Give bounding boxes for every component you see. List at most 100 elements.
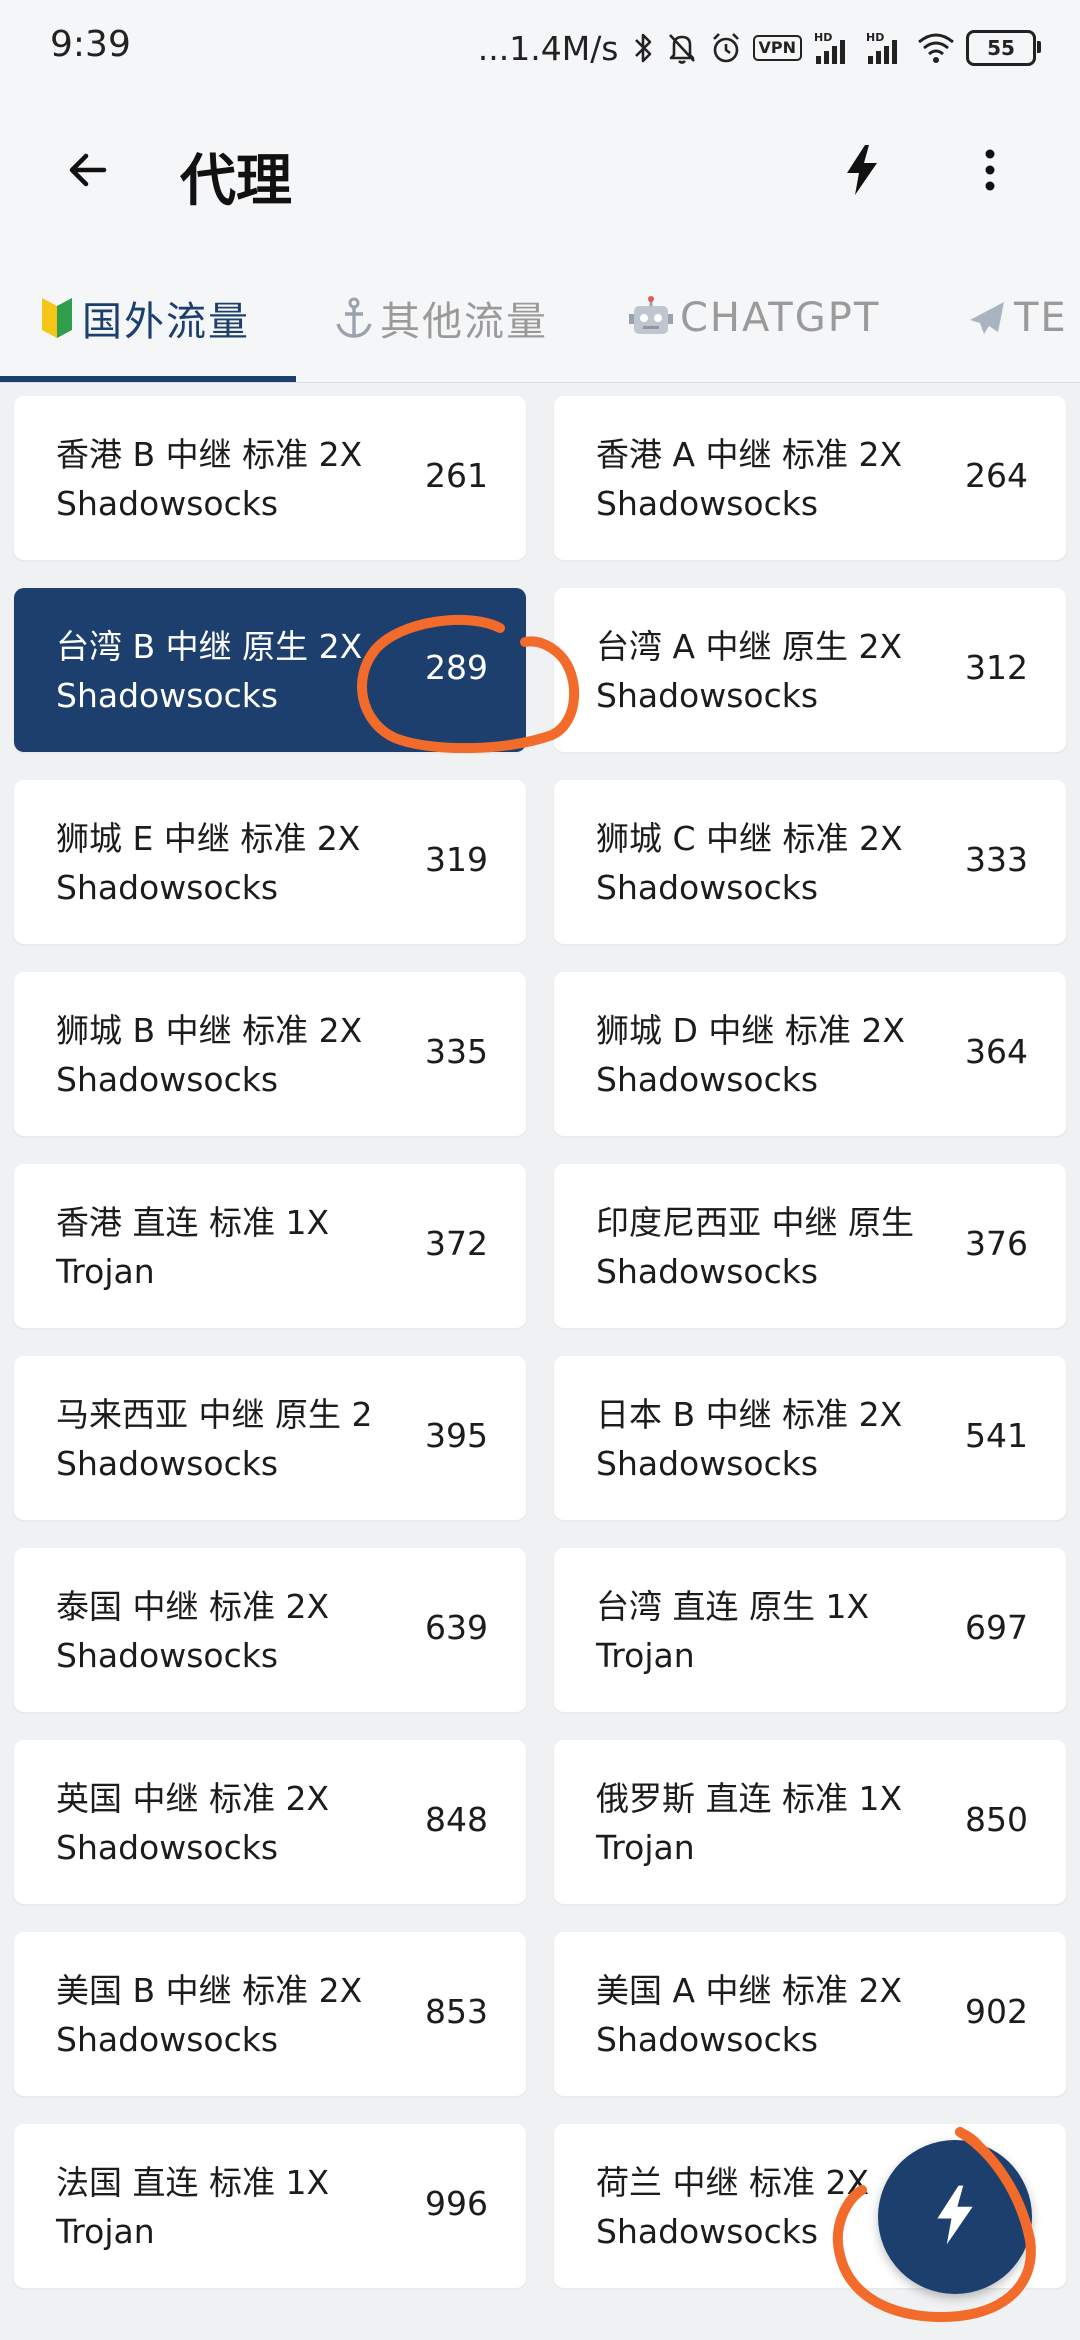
proxy-latency: 289 xyxy=(425,648,488,687)
wifi-icon xyxy=(916,30,956,66)
beginner-badge-icon xyxy=(38,296,76,340)
proxy-card[interactable]: 美国 A 中继 标准 2X Shadowsocks 902 xyxy=(554,1932,1066,2096)
proxy-name: 俄罗斯 直连 标准 1X xyxy=(596,1779,903,1818)
proxy-list-viewport[interactable]: 香港 B 中继 标准 2X Shadowsocks 261 香港 A 中继 标准 2X… xyxy=(0,396,1080,2340)
proxy-card[interactable]: 狮城 E 中继 标准 2X Shadowsocks 319 xyxy=(14,780,526,944)
signal-icon: HD xyxy=(864,30,906,66)
tab-chatgpt[interactable]: CHATGPT xyxy=(628,288,880,348)
proxy-card[interactable]: 香港 A 中继 标准 2X Shadowsocks 264 xyxy=(554,396,1066,560)
proxy-latency: 364 xyxy=(965,1032,1028,1071)
app-root: 9:39 ...1.4M/s VPN HD HD 55 代理 国外流量 其他流量… xyxy=(0,0,1080,2340)
proxy-card[interactable]: 俄罗斯 直连 标准 1X Trojan 850 xyxy=(554,1740,1066,1904)
proxy-latency: 312 xyxy=(965,648,1028,687)
bluetooth-icon xyxy=(633,30,655,66)
test-latency-button[interactable] xyxy=(828,138,896,206)
proxy-grid: 香港 B 中继 标准 2X Shadowsocks 261 香港 A 中继 标准 2X… xyxy=(14,396,1066,2288)
proxy-name: 美国 B 中继 标准 2X xyxy=(56,1971,363,2010)
arrow-left-icon xyxy=(66,148,110,196)
proxy-latency: 376 xyxy=(965,1224,1028,1263)
page-title: 代理 xyxy=(180,149,292,214)
proxy-protocol: Trojan xyxy=(596,1636,695,1675)
proxy-latency: 850 xyxy=(965,1800,1028,1839)
proxy-protocol: Shadowsocks xyxy=(596,1060,819,1099)
proxy-card[interactable]: 狮城 C 中继 标准 2X Shadowsocks 333 xyxy=(554,780,1066,944)
status-bar: 9:39 ...1.4M/s VPN HD HD 55 xyxy=(0,0,1080,96)
proxy-protocol: Shadowsocks xyxy=(596,676,819,715)
proxy-protocol: Trojan xyxy=(56,2212,155,2251)
more-vert-icon xyxy=(984,148,996,196)
proxy-latency: 319 xyxy=(425,840,488,879)
proxy-card[interactable]: 狮城 D 中继 标准 2X Shadowsocks 364 xyxy=(554,972,1066,1136)
tab-indicator xyxy=(0,376,296,382)
tab-overseas-traffic[interactable]: 国外流量 xyxy=(38,288,250,348)
tab-label: 国外流量 xyxy=(82,299,250,345)
vpn-icon: VPN xyxy=(752,35,802,61)
proxy-latency: 639 xyxy=(425,1608,488,1647)
more-options-button[interactable] xyxy=(956,138,1024,206)
proxy-name: 泰国 中继 标准 2X xyxy=(56,1587,330,1626)
proxy-name: 荷兰 中继 标准 2X xyxy=(596,2163,870,2202)
proxy-latency: 395 xyxy=(425,1416,488,1455)
proxy-name: 香港 A 中继 标准 2X xyxy=(596,435,903,474)
proxy-latency: 372 xyxy=(425,1224,488,1263)
proxy-protocol: Shadowsocks xyxy=(56,868,279,907)
proxy-card[interactable]: 英国 中继 标准 2X Shadowsocks 848 xyxy=(14,1740,526,1904)
proxy-protocol: Trojan xyxy=(596,1828,695,1867)
proxy-card[interactable]: 法国 直连 标准 1X Trojan 996 xyxy=(14,2124,526,2288)
proxy-name: 狮城 B 中继 标准 2X xyxy=(56,1011,363,1050)
proxy-card[interactable]: 台湾 A 中继 原生 2X Shadowsocks 312 xyxy=(554,588,1066,752)
group-tabs: 国外流量 其他流量 CHATGPT TE xyxy=(0,248,1080,383)
status-time: 9:39 xyxy=(50,24,131,65)
battery-icon: 55 xyxy=(966,30,1041,66)
proxy-card[interactable]: 狮城 B 中继 标准 2X Shadowsocks 335 xyxy=(14,972,526,1136)
proxy-latency: 902 xyxy=(965,1992,1028,2031)
proxy-name: 狮城 D 中继 标准 2X xyxy=(596,1011,905,1050)
proxy-card[interactable]: 马来西亚 中继 原生 2 Shadowsocks 395 xyxy=(14,1356,526,1520)
proxy-protocol: Shadowsocks xyxy=(596,2020,819,2059)
tab-telegram[interactable]: TE xyxy=(966,288,1068,348)
back-button[interactable] xyxy=(54,138,122,206)
proxy-protocol: Shadowsocks xyxy=(56,2020,279,2059)
proxy-protocol: Shadowsocks xyxy=(56,1060,279,1099)
app-bar: 代理 xyxy=(0,96,1080,248)
proxy-name: 美国 A 中继 标准 2X xyxy=(596,1971,903,2010)
proxy-latency: 848 xyxy=(425,1800,488,1839)
proxy-protocol: Shadowsocks xyxy=(56,676,279,715)
tab-label: 其他流量 xyxy=(380,299,548,345)
proxy-name: 法国 直连 标准 1X xyxy=(56,2163,330,2202)
proxy-protocol: Shadowsocks xyxy=(596,2212,819,2251)
proxy-protocol: Shadowsocks xyxy=(596,1252,819,1291)
robot-icon xyxy=(628,296,674,340)
network-speed: ...1.4M/s xyxy=(477,28,619,68)
proxy-latency: 261 xyxy=(425,456,488,495)
proxy-latency: 853 xyxy=(425,1992,488,2031)
proxy-protocol: Shadowsocks xyxy=(56,484,279,523)
proxy-name: 台湾 B 中继 原生 2X xyxy=(56,627,363,666)
proxy-latency: 996 xyxy=(425,2184,488,2223)
proxy-card[interactable]: 印度尼西亚 中继 原生 Shadowsocks 376 xyxy=(554,1164,1066,1328)
proxy-name: 香港 B 中继 标准 2X xyxy=(56,435,363,474)
proxy-name: 狮城 E 中继 标准 2X xyxy=(56,819,361,858)
proxy-name: 马来西亚 中继 原生 2 xyxy=(56,1395,373,1434)
lightning-icon xyxy=(935,2185,975,2249)
proxy-card[interactable]: 泰国 中继 标准 2X Shadowsocks 639 xyxy=(14,1548,526,1712)
signal-icon: HD xyxy=(812,30,854,66)
proxy-name: 日本 B 中继 标准 2X xyxy=(596,1395,903,1434)
proxy-latency: 333 xyxy=(965,840,1028,879)
proxy-card[interactable]: 香港 直连 标准 1X Trojan 372 xyxy=(14,1164,526,1328)
svg-text:HD: HD xyxy=(814,31,832,44)
proxy-card[interactable]: 香港 B 中继 标准 2X Shadowsocks 261 xyxy=(14,396,526,560)
proxy-card[interactable]: 台湾 直连 原生 1X Trojan 697 xyxy=(554,1548,1066,1712)
proxy-protocol: Shadowsocks xyxy=(56,1828,279,1867)
latency-test-fab[interactable] xyxy=(878,2140,1032,2294)
proxy-latency: 697 xyxy=(965,1608,1028,1647)
proxy-card[interactable]: 日本 B 中继 标准 2X Shadowsocks 541 xyxy=(554,1356,1066,1520)
proxy-card[interactable]: 美国 B 中继 标准 2X Shadowsocks 853 xyxy=(14,1932,526,2096)
proxy-name: 印度尼西亚 中继 原生 xyxy=(596,1203,914,1242)
proxy-card[interactable]: 台湾 B 中继 原生 2X Shadowsocks 289 xyxy=(14,588,526,752)
proxy-name: 英国 中继 标准 2X xyxy=(56,1779,330,1818)
alarm-icon xyxy=(709,30,743,66)
tab-other-traffic[interactable]: 其他流量 xyxy=(334,288,548,348)
lightning-icon xyxy=(845,145,879,199)
proxy-protocol: Trojan xyxy=(56,1252,155,1291)
